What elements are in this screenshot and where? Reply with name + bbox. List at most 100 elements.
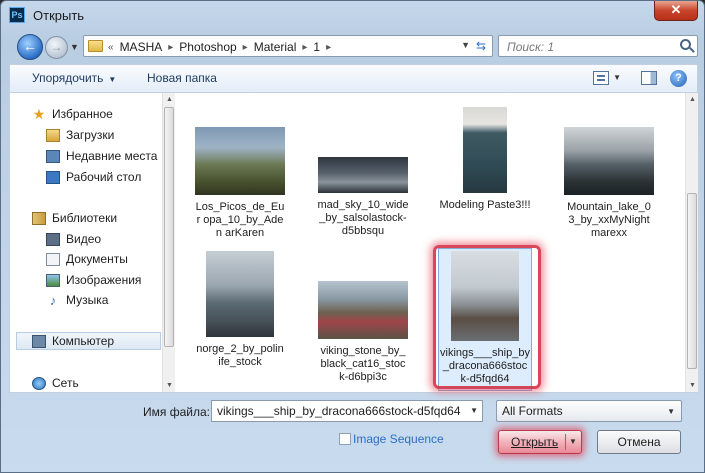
crumb-separator-icon[interactable]: ▸	[302, 42, 307, 53]
nav-item-desktop[interactable]: Рабочий стол	[46, 168, 141, 186]
nav-computer[interactable]: Компьютер	[16, 332, 161, 350]
scroll-down-icon[interactable]: ▼	[163, 379, 176, 392]
scrollbar-thumb[interactable]	[164, 107, 174, 347]
recent-places-icon	[46, 149, 60, 163]
nav-item-video[interactable]: Видео	[46, 230, 101, 248]
nav-item-label: Рабочий стол	[66, 170, 142, 184]
pictures-library-icon	[46, 273, 60, 287]
navigation-pane: ★ Избранное Загрузки Недавние места Рабо…	[10, 93, 162, 392]
folder-icon	[88, 40, 103, 52]
nav-libraries[interactable]: Библиотеки	[32, 209, 117, 227]
chevron-down-icon[interactable]: ▼	[470, 406, 478, 415]
nav-item-label: Видео	[66, 232, 102, 246]
breadcrumb: « MASHA ▸ Photoshop ▸ Material ▸ 1 ▸	[108, 39, 331, 55]
file-list-scrollbar[interactable]: ▲ ▼	[685, 93, 698, 392]
view-options-dropdown[interactable]: ▼	[613, 73, 621, 82]
window-title: Открыть	[33, 8, 85, 23]
cancel-button[interactable]: Отмена	[597, 430, 681, 454]
file-name: viking_stone_by_ black_cat16_stoc k-d6bp…	[320, 345, 406, 383]
file-tile[interactable]: Modeling Paste3!!!	[439, 107, 531, 212]
crumb-separator-icon[interactable]: ▸	[168, 42, 173, 53]
forward-button[interactable]: →	[45, 36, 68, 59]
nav-network-label: Сеть	[52, 376, 79, 390]
crumb-1[interactable]: 1	[313, 40, 320, 54]
scroll-up-icon[interactable]: ▲	[686, 93, 699, 106]
command-toolbar: Упорядочить ▼ Новая папка ▼ ?	[9, 64, 698, 92]
nav-item-label: Загрузки	[66, 128, 115, 142]
crumb-masha[interactable]: MASHA	[120, 40, 163, 54]
open-button[interactable]: Открыть ▼	[498, 430, 582, 454]
recent-locations-dropdown[interactable]: ▼	[70, 42, 79, 52]
image-thumbnail	[195, 127, 285, 195]
crumb-photoshop[interactable]: Photoshop	[179, 40, 236, 54]
nav-favorites[interactable]: ★ Избранное	[32, 105, 113, 123]
overflow-chevron-icon[interactable]: «	[108, 42, 114, 53]
file-name: Los_Picos_de_Eur opa_10_by_Aden arKaren	[195, 201, 285, 239]
nav-item-label: Музыка	[66, 293, 109, 307]
file-format-value: All Formats	[502, 404, 563, 418]
search-input[interactable]	[507, 39, 672, 55]
navigation-scrollbar[interactable]: ▲ ▼	[162, 93, 175, 392]
filename-label: Имя файла:	[143, 405, 210, 419]
image-thumbnail	[318, 281, 408, 339]
scroll-up-icon[interactable]: ▲	[163, 93, 176, 106]
file-tile-selected[interactable]: vikings___ship_by _dracona666stoc k-d5fq…	[438, 248, 532, 391]
open-button-label: Открыть	[511, 435, 559, 449]
address-history-dropdown[interactable]: ▼	[461, 40, 470, 50]
documents-library-icon	[46, 252, 60, 266]
search-icon[interactable]	[680, 39, 691, 50]
close-button[interactable]: ✕	[654, 1, 698, 21]
file-tile[interactable]: Los_Picos_de_Eur opa_10_by_Aden arKaren	[194, 127, 286, 240]
arrow-right-icon: →	[50, 40, 63, 54]
title-bar: Ps Открыть ✕	[1, 1, 704, 31]
crumb-material[interactable]: Material	[254, 40, 297, 54]
file-tile[interactable]: norge_2_by_polin ife_stock	[194, 251, 286, 369]
file-name: Modeling Paste3!!!	[439, 199, 531, 211]
crumb-separator-icon[interactable]: ▸	[326, 42, 331, 53]
file-tile[interactable]: viking_stone_by_ black_cat16_stoc k-d6bp…	[317, 281, 409, 384]
nav-libraries-label: Библиотеки	[52, 211, 118, 225]
nav-item-downloads[interactable]: Загрузки	[46, 126, 114, 144]
chevron-down-icon[interactable]: ▼	[569, 437, 577, 446]
video-library-icon	[46, 232, 60, 246]
search-box[interactable]	[498, 35, 698, 57]
change-view-icon[interactable]	[593, 71, 609, 85]
new-folder-button[interactable]: Новая папка	[147, 71, 217, 85]
file-name: norge_2_by_polin ife_stock	[196, 343, 284, 368]
crumb-separator-icon[interactable]: ▸	[243, 42, 248, 53]
nav-network[interactable]: Сеть	[32, 374, 79, 392]
image-sequence-checkbox[interactable]	[339, 433, 351, 445]
file-name: vikings___ship_by _dracona666stoc k-d5fq…	[440, 347, 530, 385]
filename-field[interactable]: vikings___ship_by_dracona666stock-d5fqd6…	[211, 400, 483, 422]
desktop-icon	[46, 170, 60, 184]
refresh-icon[interactable]: ⇆	[473, 38, 489, 54]
organize-label: Упорядочить	[32, 71, 104, 85]
music-note-icon: ♪	[49, 292, 57, 308]
scrollbar-thumb[interactable]	[687, 193, 697, 369]
address-bar[interactable]: « MASHA ▸ Photoshop ▸ Material ▸ 1 ▸ ▼ ⇆	[83, 35, 493, 57]
nav-item-documents[interactable]: Документы	[46, 250, 128, 268]
image-thumbnail	[318, 157, 408, 193]
file-tile[interactable]: Mountain_lake_0 3_by_xxMyNight marexx	[563, 127, 655, 240]
image-thumbnail	[564, 127, 654, 195]
nav-item-label: Изображения	[66, 273, 142, 287]
open-file-dialog: Ps Открыть ✕ ← → ▼ « MASHA ▸ Photoshop ▸…	[0, 0, 705, 473]
arrow-left-icon: ←	[23, 38, 37, 54]
image-sequence-label[interactable]: Image Sequence	[353, 432, 444, 446]
content-area: ★ Избранное Загрузки Недавние места Рабо…	[9, 92, 698, 393]
nav-item-music[interactable]: ♪ Музыка	[46, 291, 109, 309]
scroll-down-icon[interactable]: ▼	[686, 379, 699, 392]
nav-item-recent-places[interactable]: Недавние места	[46, 147, 157, 165]
downloads-folder-icon	[46, 128, 60, 142]
file-tile[interactable]: mad_sky_10_wide _by_salsolastock- d5bbsq…	[317, 157, 409, 238]
preview-pane-icon[interactable]	[641, 71, 657, 85]
organize-menu[interactable]: Упорядочить ▼	[32, 71, 116, 85]
file-format-select[interactable]: All Formats ▼	[496, 400, 682, 422]
photoshop-app-icon: Ps	[9, 7, 25, 23]
chevron-down-icon: ▼	[108, 75, 117, 84]
image-thumbnail	[206, 251, 274, 337]
back-button[interactable]: ←	[17, 34, 43, 60]
nav-item-pictures[interactable]: Изображения	[46, 271, 141, 289]
help-icon[interactable]: ?	[670, 70, 687, 87]
network-globe-icon	[32, 376, 46, 390]
